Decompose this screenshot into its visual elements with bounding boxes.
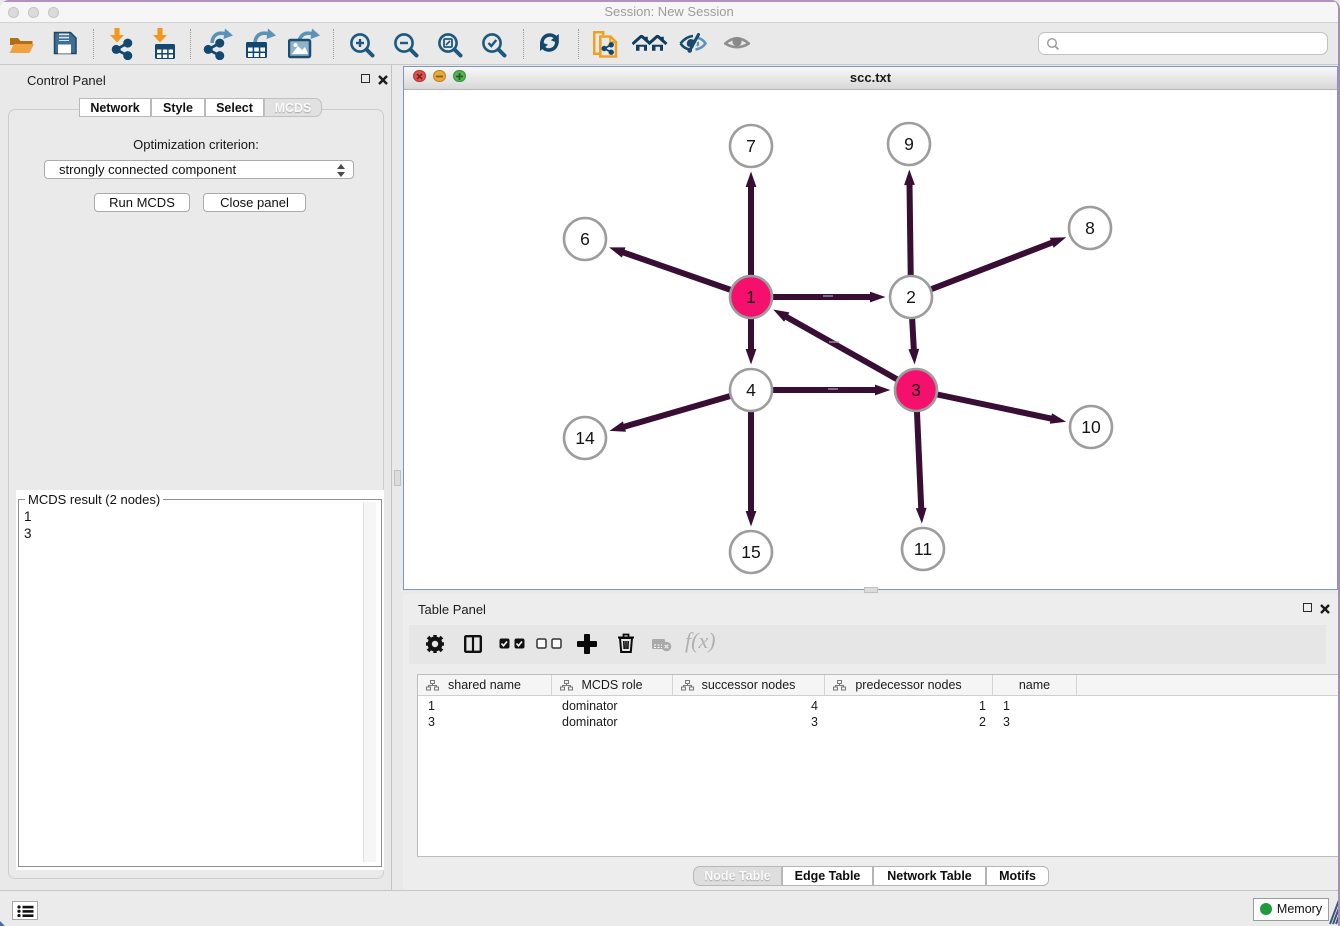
svg-text:3: 3: [911, 380, 921, 400]
svg-text:4: 4: [746, 380, 756, 400]
svg-text:2: 2: [906, 287, 916, 307]
svg-text:9: 9: [904, 134, 914, 154]
svg-text:15: 15: [741, 542, 760, 562]
svg-text:11: 11: [914, 539, 932, 559]
svg-text:8: 8: [1085, 218, 1095, 238]
svg-text:7: 7: [746, 136, 756, 156]
svg-text:1: 1: [746, 287, 756, 307]
svg-text:14: 14: [575, 428, 595, 448]
svg-text:6: 6: [580, 229, 590, 249]
svg-text:10: 10: [1081, 417, 1101, 437]
